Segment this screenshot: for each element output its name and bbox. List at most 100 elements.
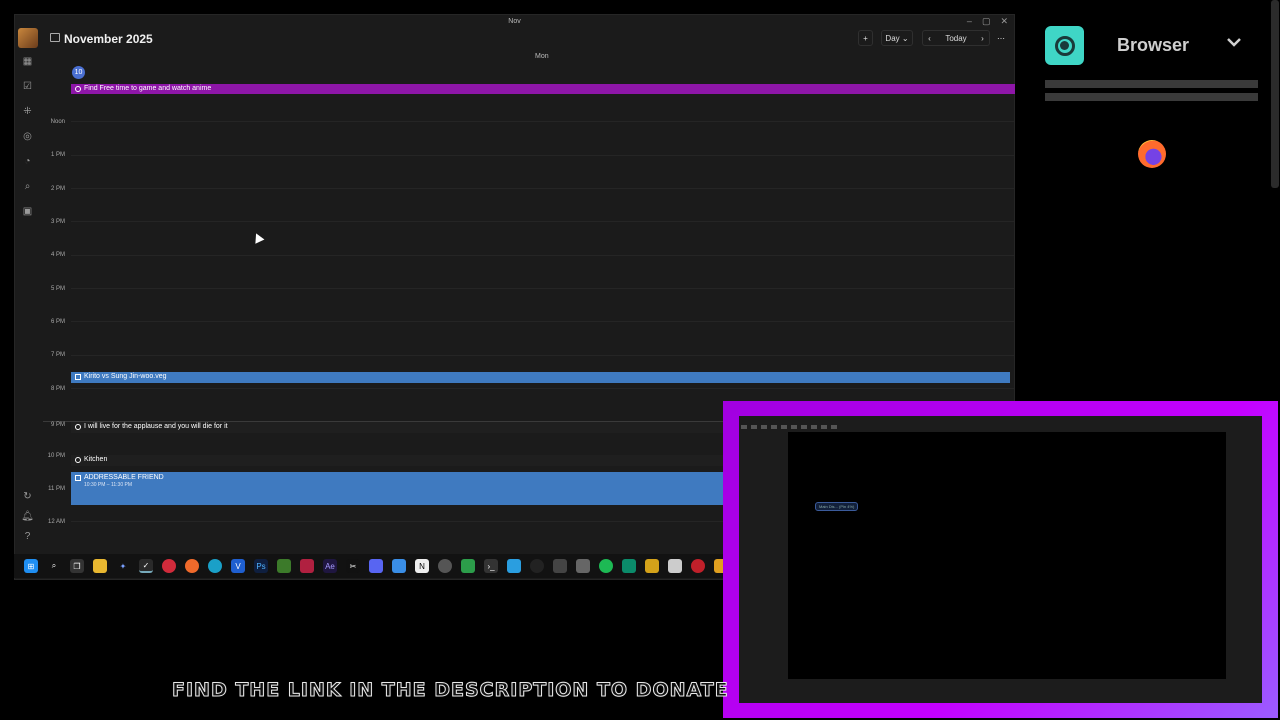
hour-line — [71, 321, 1014, 322]
telegram-icon[interactable] — [507, 559, 521, 573]
file-explorer-icon[interactable] — [93, 559, 107, 573]
event-kirito-vs-sung[interactable]: Kirito vs Sung Jin-woo.veg — [71, 372, 1010, 383]
title-bar[interactable]: Nov – ▢ ✕ — [15, 15, 1014, 29]
photoshop-icon[interactable]: Ps — [254, 559, 268, 573]
maximize-button[interactable]: ▢ — [982, 16, 991, 27]
time-label: 4 PM — [50, 252, 65, 258]
close-button[interactable]: ✕ — [1000, 16, 1008, 27]
green-app-icon[interactable] — [277, 559, 291, 573]
preview-window: Main Dis... (Pin 4%) — [739, 416, 1262, 703]
hour-line — [71, 188, 1014, 189]
target-icon[interactable]: ◎ — [21, 130, 34, 143]
next-button[interactable]: › — [976, 30, 990, 46]
hour-line — [71, 255, 1014, 256]
hour-line — [71, 155, 1014, 156]
hour-line — [71, 355, 1014, 356]
event-title: Find Free time to game and watch anime — [84, 85, 212, 92]
donate-banner: FIND THE LINK IN THE DESCRIPTION TO DONA… — [172, 679, 729, 702]
scrollbar[interactable] — [1271, 0, 1279, 188]
time-label: 2 PM — [50, 186, 65, 192]
time-label: 8 PM — [50, 386, 65, 392]
whatsapp-icon[interactable] — [461, 559, 475, 573]
fl-icon[interactable] — [622, 559, 636, 573]
today-button[interactable]: Today — [936, 30, 976, 46]
help-icon[interactable]: ? — [21, 530, 34, 543]
event-kitchen[interactable]: Kitchen — [71, 455, 731, 466]
notion-icon[interactable]: N — [415, 559, 429, 573]
preview-status-bar — [739, 681, 1262, 703]
hour-line — [71, 288, 1014, 289]
keyboard-icon[interactable] — [553, 559, 567, 573]
avatar[interactable] — [18, 28, 38, 48]
time-label: 12 AM — [47, 519, 65, 525]
prev-button[interactable]: ‹ — [922, 30, 936, 46]
clock-icon[interactable]: ◔ — [21, 155, 34, 168]
event-content: ADDRESSABLE FRIEND 10:30 PM – 11:30 PM — [84, 474, 164, 488]
time-label: 3 PM — [50, 219, 65, 225]
checklist-icon[interactable]: ☑ — [21, 80, 34, 93]
discord-icon[interactable] — [369, 559, 383, 573]
search-icon[interactable]: ⌕ — [21, 180, 34, 193]
bell-icon[interactable]: 🔔︎ — [21, 510, 34, 523]
time-label: 5 PM — [50, 286, 65, 292]
apps-icon[interactable]: ⁜ — [21, 105, 34, 118]
firefox-icon[interactable] — [1138, 140, 1166, 168]
browser-record-icon[interactable] — [1045, 26, 1084, 65]
event-title: ADDRESSABLE FRIEND — [84, 474, 164, 481]
event-checkbox-icon — [75, 475, 81, 481]
bolt-icon[interactable] — [645, 559, 659, 573]
firefox-icon[interactable] — [185, 559, 199, 573]
calendar-icon[interactable]: ▦ — [21, 55, 34, 68]
add-event-button[interactable]: + — [858, 30, 873, 46]
opera-icon[interactable] — [691, 559, 705, 573]
event-addressable-friend[interactable]: ADDRESSABLE FRIEND 10:30 PM – 11:30 PM — [71, 472, 731, 505]
terminal-icon[interactable]: ›_ — [484, 559, 498, 573]
weather-icon[interactable] — [392, 559, 406, 573]
v-app-icon[interactable]: V — [231, 559, 245, 573]
vivaldi-icon[interactable] — [162, 559, 176, 573]
chrome-icon[interactable] — [438, 559, 452, 573]
event-checkbox-icon — [75, 374, 81, 380]
window-title: Nov — [508, 18, 521, 25]
hour-line — [71, 388, 1014, 389]
event-status-icon — [75, 424, 81, 430]
event-applause[interactable]: I will live for the applause and you wil… — [71, 422, 731, 433]
event-status-icon — [75, 86, 81, 92]
archive-icon[interactable]: ▣ — [21, 205, 34, 218]
time-label: 7 PM — [50, 352, 65, 358]
chevron-down-icon[interactable] — [1226, 34, 1242, 50]
windows-start-icon[interactable]: ⊞ — [24, 559, 38, 573]
after-effects-icon[interactable]: Ae — [323, 559, 337, 573]
red-app-icon[interactable] — [300, 559, 314, 573]
weekday-header: Mon — [535, 53, 549, 60]
app-icon[interactable] — [576, 559, 590, 573]
search-icon[interactable]: ⌕ — [47, 559, 61, 573]
event-find-free-time[interactable]: Find Free time to game and watch anime — [71, 84, 1015, 94]
date-badge[interactable]: 10 — [72, 66, 85, 79]
more-options-button[interactable]: ⋯ — [994, 30, 1008, 46]
preview-toolbar — [741, 425, 1261, 429]
view-selector[interactable]: Day ⌄ — [881, 30, 913, 46]
tasks-app-icon[interactable]: ✓ — [139, 559, 153, 573]
time-label: 1 PM — [50, 152, 65, 158]
spotify-icon[interactable] — [599, 559, 613, 573]
event-time: 10:30 PM – 11:30 PM — [84, 482, 132, 488]
capcut-icon[interactable]: ✂ — [346, 559, 360, 573]
event-title: Kitchen — [84, 456, 108, 463]
copilot-icon[interactable]: ✦ — [116, 559, 130, 573]
sync-icon[interactable]: ↻ — [21, 490, 34, 503]
preview-chip: Main Dis... (Pin 4%) — [815, 502, 859, 511]
preview-canvas: Main Dis... (Pin 4%) — [788, 432, 1226, 679]
minimize-button[interactable]: – — [967, 16, 972, 27]
task-view-icon[interactable]: ❐ — [70, 559, 84, 573]
hour-line — [71, 121, 1014, 122]
hour-line — [71, 221, 1014, 222]
time-label: 11 PM — [48, 486, 65, 492]
steam-icon[interactable] — [668, 559, 682, 573]
media-icon[interactable] — [530, 559, 544, 573]
edge-icon[interactable] — [208, 559, 222, 573]
browser-label: Browser — [1117, 35, 1190, 55]
stream-preview: Main Dis... (Pin 4%) — [723, 401, 1278, 718]
sidebar-toggle-icon[interactable] — [50, 33, 60, 42]
time-label: 10 PM — [47, 453, 65, 459]
